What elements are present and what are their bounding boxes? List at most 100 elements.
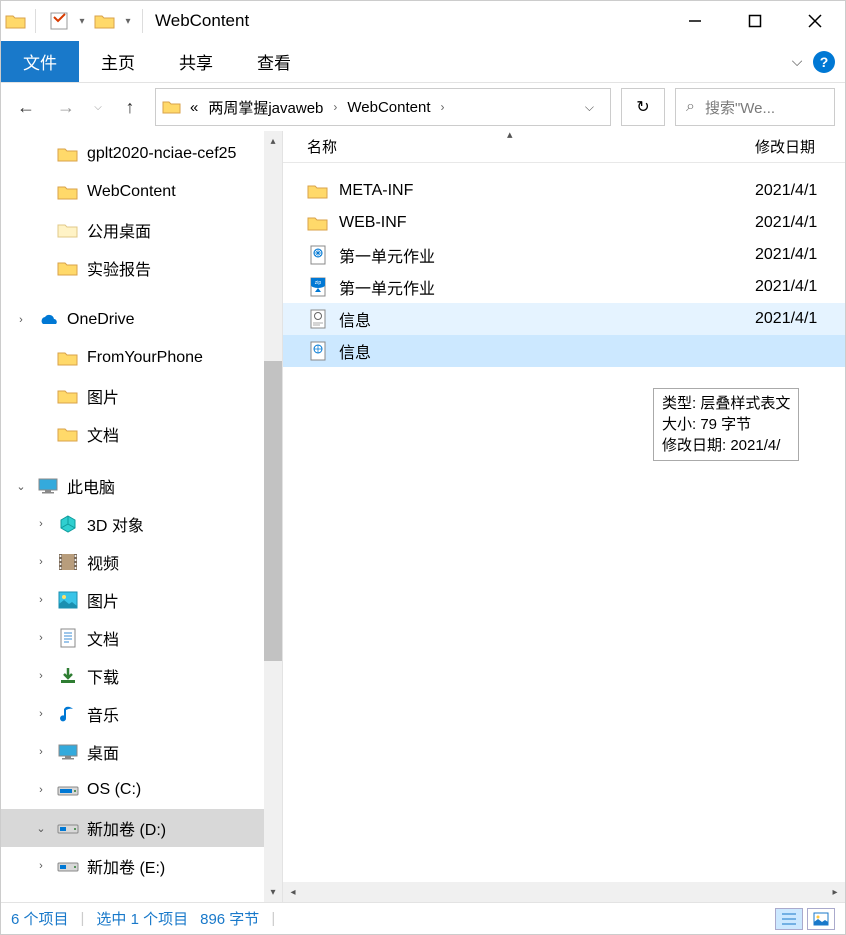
chevron-right-icon[interactable]: › (437, 100, 449, 114)
chevron-right-icon[interactable]: › (329, 100, 341, 114)
back-button[interactable]: ← (11, 92, 41, 122)
file-row[interactable]: 第一单元作业2021/4/1 (283, 239, 845, 271)
expand-icon[interactable]: › (33, 784, 49, 796)
css-icon (307, 341, 329, 361)
file-list: META-INF2021/4/1WEB-INF2021/4/1第一单元作业202… (283, 163, 845, 882)
tree-item-label: 新加卷 (D:) (87, 816, 166, 840)
forward-button[interactable]: → (51, 92, 81, 122)
tree-item[interactable]: ›音乐 (1, 695, 282, 733)
svg-text:zip: zip (315, 280, 322, 286)
app-icon (5, 12, 27, 30)
status-item-count: 6 个项目 (11, 908, 69, 929)
tree-item[interactable]: WebContent (1, 173, 282, 211)
minimize-button[interactable] (665, 1, 725, 41)
tree-item[interactable]: ›图片 (1, 581, 282, 619)
expand-icon[interactable]: › (33, 860, 49, 872)
new-folder-button[interactable] (90, 6, 120, 36)
file-row[interactable]: 信息2021/4/1 (283, 303, 845, 335)
scroll-right-icon[interactable]: ▸ (825, 887, 845, 898)
tree-item[interactable]: ⌄ 新加卷 (D:) (1, 809, 282, 847)
maximize-button[interactable] (725, 1, 785, 41)
expand-icon[interactable]: › (33, 518, 49, 530)
expand-ribbon-icon[interactable]: ⌵ (785, 53, 809, 70)
tree-item[interactable]: ›桌面 (1, 733, 282, 771)
expand-icon[interactable]: › (33, 708, 49, 720)
horizontal-scrollbar[interactable]: ◂ ▸ (283, 882, 845, 902)
expand-icon[interactable]: › (33, 632, 49, 644)
scroll-thumb[interactable] (264, 361, 282, 661)
recent-dropdown[interactable]: ⌵ (91, 102, 105, 113)
drive-icon (57, 858, 79, 874)
thumbnails-view-button[interactable] (807, 908, 835, 930)
search-placeholder: 搜索"We... (705, 97, 775, 118)
help-button[interactable]: ? (813, 51, 835, 73)
tree-item[interactable]: 文档 (1, 415, 282, 453)
file-row[interactable]: WEB-INF2021/4/1 (283, 207, 845, 239)
file-name: 信息 (339, 307, 745, 331)
breadcrumb-item[interactable]: 两周掌握javaweb (204, 97, 327, 118)
file-row[interactable]: zip第一单元作业2021/4/1 (283, 271, 845, 303)
tab-share[interactable]: 共享 (157, 41, 235, 82)
tree-scrollbar[interactable]: ▴ ▾ (264, 131, 282, 902)
tree-item[interactable]: FromYourPhone (1, 339, 282, 377)
tree-item-label: 下载 (87, 664, 119, 688)
file-tab[interactable]: 文件 (1, 41, 79, 82)
close-button[interactable] (785, 1, 845, 41)
expand-icon[interactable]: ⌄ (33, 822, 49, 835)
tree-item-label: 图片 (87, 384, 119, 408)
scroll-up-icon[interactable]: ▴ (264, 131, 282, 151)
address-dropdown[interactable]: ⌵ (575, 100, 604, 115)
tree-item[interactable]: 实验报告 (1, 249, 282, 287)
file-row[interactable]: META-INF2021/4/1 (283, 175, 845, 207)
qat-dropdown[interactable]: ▾ (76, 6, 88, 36)
properties-button[interactable] (44, 6, 74, 36)
search-box[interactable]: ⌕ 搜索"We... (675, 88, 835, 126)
main-area: gplt2020-nciae-cef25 WebContent 公用桌面实验报告 ›O… (1, 131, 845, 902)
scroll-left-icon[interactable]: ◂ (283, 887, 303, 898)
tree-item[interactable]: ›3D 对象 (1, 505, 282, 543)
scroll-down-icon[interactable]: ▾ (264, 882, 282, 902)
expand-icon[interactable]: › (33, 556, 49, 568)
3d-icon (57, 514, 79, 534)
column-name[interactable]: 名称 (307, 136, 755, 157)
refresh-button[interactable]: ↻ (621, 88, 665, 126)
qat-dropdown2[interactable]: ▾ (122, 6, 134, 36)
breadcrumb-item[interactable]: WebContent (343, 99, 434, 116)
sort-indicator-icon: ▴ (507, 128, 513, 141)
tab-view[interactable]: 查看 (235, 41, 313, 82)
address-bar[interactable]: « 两周掌握javaweb › WebContent › ⌵ (155, 88, 611, 126)
file-name: 第一单元作业 (339, 243, 745, 267)
tree-item[interactable]: ›网络 (1, 899, 282, 902)
expand-icon[interactable]: › (13, 314, 29, 326)
tree-item[interactable]: 图片 (1, 377, 282, 415)
expand-icon[interactable]: › (33, 746, 49, 758)
folder-icon (307, 214, 329, 232)
music-icon (57, 704, 79, 724)
expand-icon[interactable]: ⌄ (13, 480, 29, 493)
folder-icon (57, 425, 79, 443)
expand-icon[interactable]: › (33, 594, 49, 606)
scroll-track[interactable] (303, 882, 825, 902)
tree-item[interactable]: gplt2020-nciae-cef25 (1, 135, 282, 173)
tree-item[interactable]: ›视频 (1, 543, 282, 581)
tree-item[interactable]: › 下载 (1, 657, 282, 695)
tree-item[interactable]: ›OS (C:) (1, 771, 282, 809)
up-button[interactable]: ↑ (115, 92, 145, 122)
tree-item[interactable]: ›新加卷 (E:) (1, 847, 282, 885)
jsp-icon (307, 309, 329, 329)
expand-icon[interactable]: › (33, 670, 49, 682)
breadcrumb-prefix[interactable]: « (186, 99, 202, 116)
column-date[interactable]: 修改日期 (755, 136, 845, 157)
tree-item-label: 文档 (87, 626, 119, 650)
tree-item-label: 公用桌面 (87, 218, 151, 242)
tree-item[interactable]: › 文档 (1, 619, 282, 657)
file-row[interactable]: 信息 (283, 335, 845, 367)
status-bar: 6 个项目 | 选中 1 个项目 896 字节 | (1, 902, 845, 934)
separator (142, 9, 143, 33)
tree-item-label: WebContent (87, 183, 176, 201)
tree-item[interactable]: 公用桌面 (1, 211, 282, 249)
tree-item[interactable]: ›OneDrive (1, 301, 282, 339)
details-view-button[interactable] (775, 908, 803, 930)
tree-item[interactable]: ⌄此电脑 (1, 467, 282, 505)
tab-home[interactable]: 主页 (79, 41, 157, 82)
